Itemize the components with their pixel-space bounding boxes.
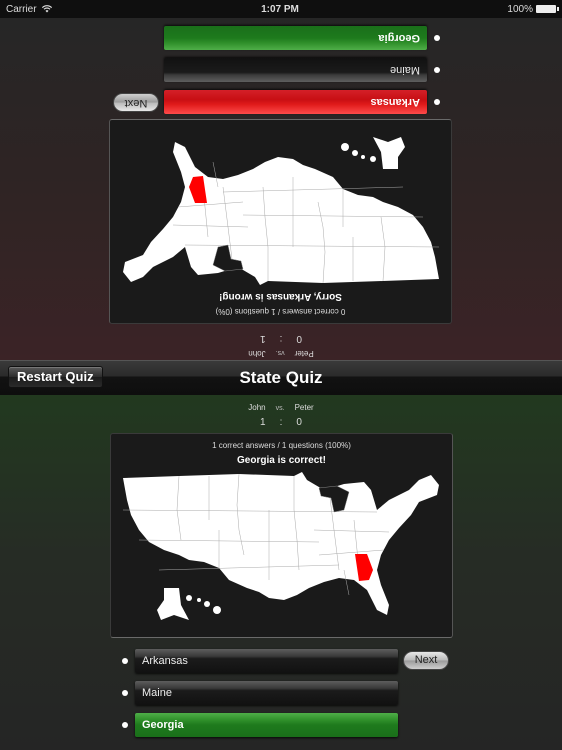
bullet-icon bbox=[122, 658, 128, 664]
top-player1-name: Peter bbox=[294, 349, 314, 358]
top-vs-label: vs. bbox=[275, 349, 285, 356]
bottom-stats-text: 1 correct answers / 1 questions (100%) bbox=[212, 441, 351, 450]
top-player2-score: 1 bbox=[260, 333, 266, 344]
state-hawaii-island bbox=[352, 150, 358, 156]
bottom-answer-row-arkansas: Arkansas Next bbox=[0, 649, 562, 673]
top-answer-row-georgia: Georgia bbox=[0, 26, 562, 50]
state-hawaii-island bbox=[213, 606, 221, 614]
bottom-player2-name: Peter bbox=[294, 403, 314, 412]
state-hawaii-island bbox=[361, 155, 365, 159]
top-stats-text: 0 correct answers / 1 questions (0%) bbox=[215, 307, 346, 316]
top-result-text: Sorry, Arkansas is wrong! bbox=[219, 291, 342, 302]
top-scoreboard: Peter vs. John 0 : 1 bbox=[0, 333, 562, 358]
top-answer-georgia-button[interactable]: Georgia bbox=[164, 26, 427, 50]
bottom-scoreboard: John vs. Peter 1 : 0 bbox=[0, 403, 562, 428]
top-player-rotated-panel: Peter vs. John 0 : 1 0 correct answers /… bbox=[0, 18, 562, 360]
top-player-area: Peter vs. John 0 : 1 0 correct answers /… bbox=[0, 18, 562, 360]
top-answer-row-arkansas: Arkansas Next bbox=[0, 90, 562, 114]
bottom-answer-arkansas-button[interactable]: Arkansas bbox=[135, 649, 398, 673]
top-answer-row-maine: Maine bbox=[0, 58, 562, 82]
state-hawaii-island bbox=[197, 598, 201, 602]
battery-icon bbox=[536, 5, 559, 13]
bottom-map-card: 1 correct answers / 1 questions (100%) G… bbox=[110, 433, 453, 638]
state-hawaii-island bbox=[370, 156, 376, 162]
bottom-player2-score: 0 bbox=[296, 417, 302, 428]
bottom-player-area: John vs. Peter 1 : 0 1 correct answers /… bbox=[0, 395, 562, 750]
bullet-icon bbox=[434, 99, 440, 105]
carrier-label: Carrier bbox=[6, 3, 37, 15]
bottom-answer-georgia-button[interactable]: Georgia bbox=[135, 713, 398, 737]
bottom-player1-name: John bbox=[248, 403, 266, 412]
state-hawaii-island bbox=[341, 143, 349, 151]
bullet-icon bbox=[122, 690, 128, 696]
us-map[interactable] bbox=[119, 470, 445, 634]
top-answer-arkansas-button[interactable]: Arkansas bbox=[164, 90, 427, 114]
state-hawaii-island bbox=[186, 595, 192, 601]
state-alaska bbox=[373, 137, 405, 169]
status-bar: Carrier 1:07 PM 100% bbox=[0, 0, 562, 18]
clock: 1:07 PM bbox=[261, 3, 299, 15]
top-player1-score: 0 bbox=[296, 333, 302, 344]
bottom-answer-row-georgia: Georgia bbox=[0, 713, 562, 737]
bottom-vs-label: vs. bbox=[275, 405, 285, 412]
bullet-icon bbox=[122, 722, 128, 728]
battery-percent: 100% bbox=[507, 3, 533, 15]
top-answer-maine-button[interactable]: Maine bbox=[164, 58, 427, 82]
bottom-answer-maine-button[interactable]: Maine bbox=[135, 681, 398, 705]
top-player2-name: John bbox=[248, 349, 266, 358]
bottom-answer-row-maine: Maine bbox=[0, 681, 562, 705]
bullet-icon bbox=[434, 67, 440, 73]
bottom-player1-score: 1 bbox=[260, 417, 266, 428]
wifi-icon bbox=[41, 5, 52, 13]
top-score-separator: : bbox=[279, 333, 283, 344]
state-alaska bbox=[157, 588, 189, 620]
top-map-card: 0 correct answers / 1 questions (0%) Sor… bbox=[109, 119, 452, 324]
page-title: State Quiz bbox=[239, 368, 323, 387]
top-next-button[interactable]: Next bbox=[113, 93, 159, 112]
bottom-next-button[interactable]: Next bbox=[403, 651, 449, 670]
bottom-result-text: Georgia is correct! bbox=[237, 455, 326, 466]
navigation-bar: Restart Quiz State Quiz bbox=[0, 360, 562, 395]
bottom-score-separator: : bbox=[279, 417, 283, 428]
state-hawaii-island bbox=[204, 601, 210, 607]
bullet-icon bbox=[434, 35, 440, 41]
us-map[interactable] bbox=[117, 123, 443, 287]
